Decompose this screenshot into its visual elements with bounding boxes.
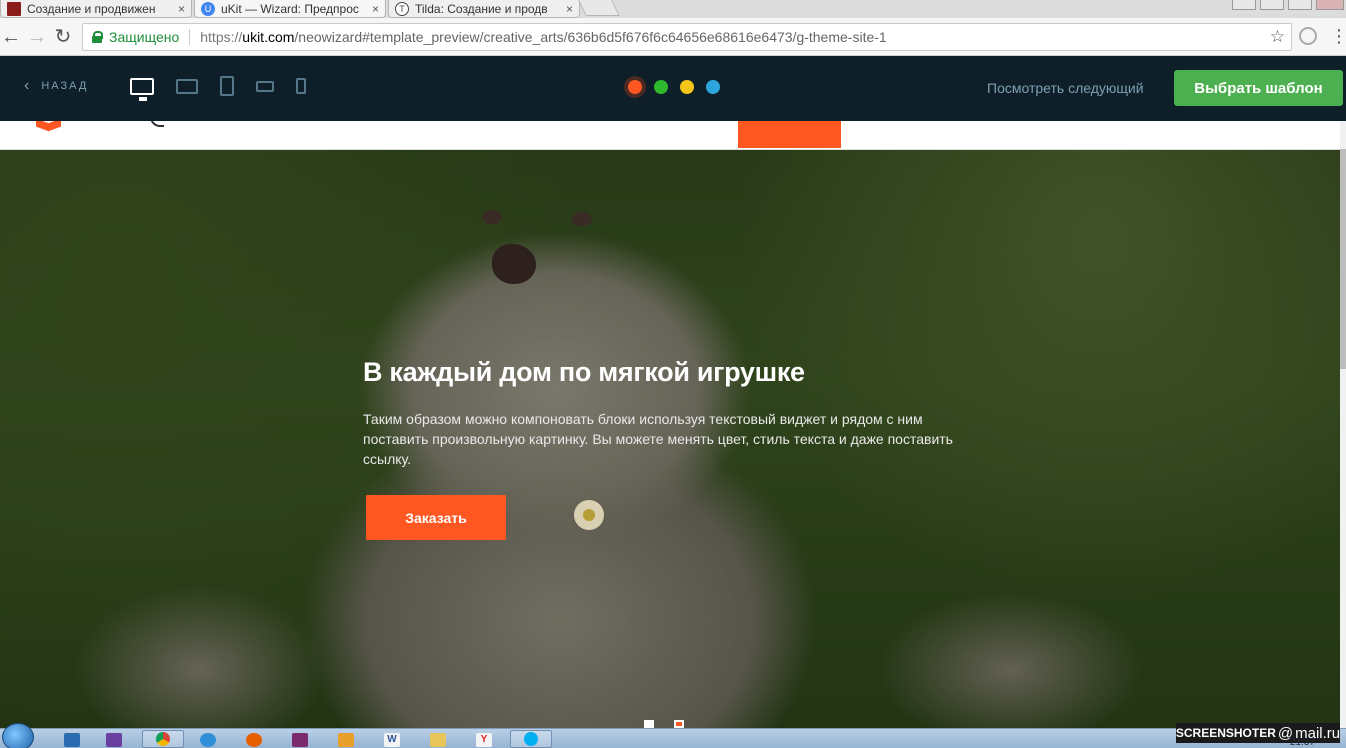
window-user-button[interactable] bbox=[1232, 0, 1256, 10]
secure-label: Защищено bbox=[109, 29, 180, 45]
window-maximize-button[interactable] bbox=[1288, 0, 1312, 10]
hero-content: В каждый дом по мягкой игрушке Таким обр… bbox=[363, 356, 983, 540]
back-label: НАЗАД bbox=[41, 80, 89, 92]
yandex-icon[interactable]: Y bbox=[476, 733, 492, 747]
bear-nose bbox=[492, 244, 536, 284]
lock-icon bbox=[92, 31, 103, 43]
color-option-yellow[interactable] bbox=[680, 80, 694, 94]
window-minimize-button[interactable] bbox=[1260, 0, 1284, 10]
winrar-icon[interactable] bbox=[292, 733, 308, 747]
new-tab-button[interactable] bbox=[578, 0, 620, 16]
chrome-icon bbox=[156, 732, 170, 746]
phone-landscape-icon[interactable] bbox=[256, 80, 274, 92]
bear-eye-left bbox=[482, 210, 502, 224]
screenshoter-watermark: SCREENSHOTER @ mail.ru bbox=[1176, 723, 1340, 743]
choose-template-button[interactable]: Выбрать шаблон bbox=[1174, 70, 1343, 106]
site-logo-text-fragment bbox=[150, 121, 164, 127]
media-player-icon[interactable] bbox=[338, 733, 354, 747]
back-arrow-icon[interactable]: ← bbox=[0, 26, 22, 48]
window-close-button[interactable] bbox=[1316, 0, 1344, 10]
tilda-favicon-icon: T bbox=[395, 1, 409, 16]
forward-arrow-icon[interactable]: → bbox=[26, 26, 48, 48]
tab-close-icon[interactable]: × bbox=[372, 2, 379, 16]
browser-menu-icon[interactable]: ⋮ bbox=[1330, 27, 1346, 45]
word-icon[interactable]: W bbox=[384, 733, 400, 747]
visual-studio-icon[interactable] bbox=[106, 733, 122, 747]
site-header bbox=[0, 121, 1340, 150]
color-option-green[interactable] bbox=[654, 80, 668, 94]
extension-icon[interactable] bbox=[1299, 27, 1317, 45]
tab-close-icon[interactable]: × bbox=[566, 2, 573, 16]
next-template-link[interactable]: Посмотреть следующий bbox=[987, 80, 1144, 96]
device-switcher bbox=[130, 76, 328, 101]
tab-title: Tilda: Создание и продв bbox=[415, 1, 548, 16]
omnibox-divider bbox=[189, 29, 191, 45]
tablet-landscape-icon[interactable] bbox=[176, 78, 198, 94]
chevron-left-icon: ‹ bbox=[24, 77, 32, 94]
tablet-portrait-icon[interactable] bbox=[220, 76, 234, 96]
daisy-flower bbox=[574, 500, 604, 530]
slider-dot-1[interactable] bbox=[644, 720, 654, 728]
tab-close-icon[interactable]: × bbox=[178, 2, 185, 16]
site-logo-icon[interactable] bbox=[34, 121, 64, 131]
color-switcher bbox=[628, 80, 732, 94]
phone-portrait-icon[interactable] bbox=[296, 78, 306, 94]
url-scheme: https:// bbox=[200, 29, 243, 45]
watermark-left: SCREENSHOTER bbox=[1175, 726, 1276, 740]
reload-icon[interactable]: ↻ bbox=[52, 26, 74, 48]
url-host: ukit.com bbox=[242, 29, 295, 45]
tab-title: Создание и продвижен bbox=[27, 1, 156, 16]
slider-dot-2[interactable] bbox=[674, 720, 684, 728]
explorer-icon[interactable] bbox=[430, 733, 446, 747]
scrollbar-thumb[interactable] bbox=[1340, 149, 1346, 369]
skype-icon bbox=[524, 732, 538, 746]
hero-section: В каждый дом по мягкой игрушке Таким обр… bbox=[0, 150, 1340, 728]
header-cta-button[interactable] bbox=[738, 121, 841, 148]
ie-icon[interactable] bbox=[200, 733, 216, 747]
tab-sozdanie[interactable]: Создание и продвижен × bbox=[0, 0, 192, 18]
browser-tab-strip: Создание и продвижен × U uKit — Wizard: … bbox=[0, 0, 1346, 18]
windows-start-icon[interactable] bbox=[2, 723, 34, 748]
desktop-icon[interactable] bbox=[130, 77, 154, 101]
skype-taskbar-button[interactable] bbox=[510, 730, 552, 748]
bookmark-star-icon[interactable]: ☆ bbox=[1270, 27, 1285, 47]
wizard-toolbar: ‹ НАЗАД Посмотреть следующий Выбрать шаб… bbox=[0, 56, 1346, 121]
hero-title: В каждый дом по мягкой игрушке bbox=[363, 357, 805, 387]
red-square-favicon-icon bbox=[7, 1, 21, 16]
address-bar[interactable]: Защищено https://ukit.com/neowizard#temp… bbox=[82, 23, 1292, 51]
outlook-icon[interactable] bbox=[64, 733, 80, 747]
color-option-orange[interactable] bbox=[628, 80, 642, 94]
color-option-blue[interactable] bbox=[706, 80, 720, 94]
page-scrollbar[interactable] bbox=[1340, 121, 1346, 728]
windows-taskbar: W Y SCREENSHOTER @ mail.ru 21:37 bbox=[0, 723, 1346, 748]
url-text[interactable]: https://ukit.com/neowizard#template_prev… bbox=[200, 29, 886, 45]
order-button[interactable]: Заказать bbox=[366, 495, 506, 540]
bear-eye-right bbox=[572, 212, 592, 226]
tab-tilda[interactable]: T Tilda: Создание и продв × bbox=[388, 0, 580, 18]
url-path: /neowizard#template_preview/creative_art… bbox=[294, 29, 887, 45]
tab-ukit-wizard[interactable]: U uKit — Wizard: Предпрос × bbox=[194, 0, 386, 18]
ukit-favicon-icon: U bbox=[201, 1, 215, 16]
hero-text: Таким образом можно компоновать блоки ис… bbox=[363, 411, 953, 467]
browser-toolbar: ← → ↻ Защищено https://ukit.com/neowizar… bbox=[0, 18, 1346, 56]
firefox-icon[interactable] bbox=[246, 733, 262, 747]
back-link[interactable]: ‹ НАЗАД bbox=[24, 77, 89, 94]
chrome-taskbar-button[interactable] bbox=[142, 730, 184, 748]
clock[interactable]: 21:37 bbox=[1290, 737, 1315, 748]
tab-title: uKit — Wizard: Предпрос bbox=[221, 1, 359, 16]
